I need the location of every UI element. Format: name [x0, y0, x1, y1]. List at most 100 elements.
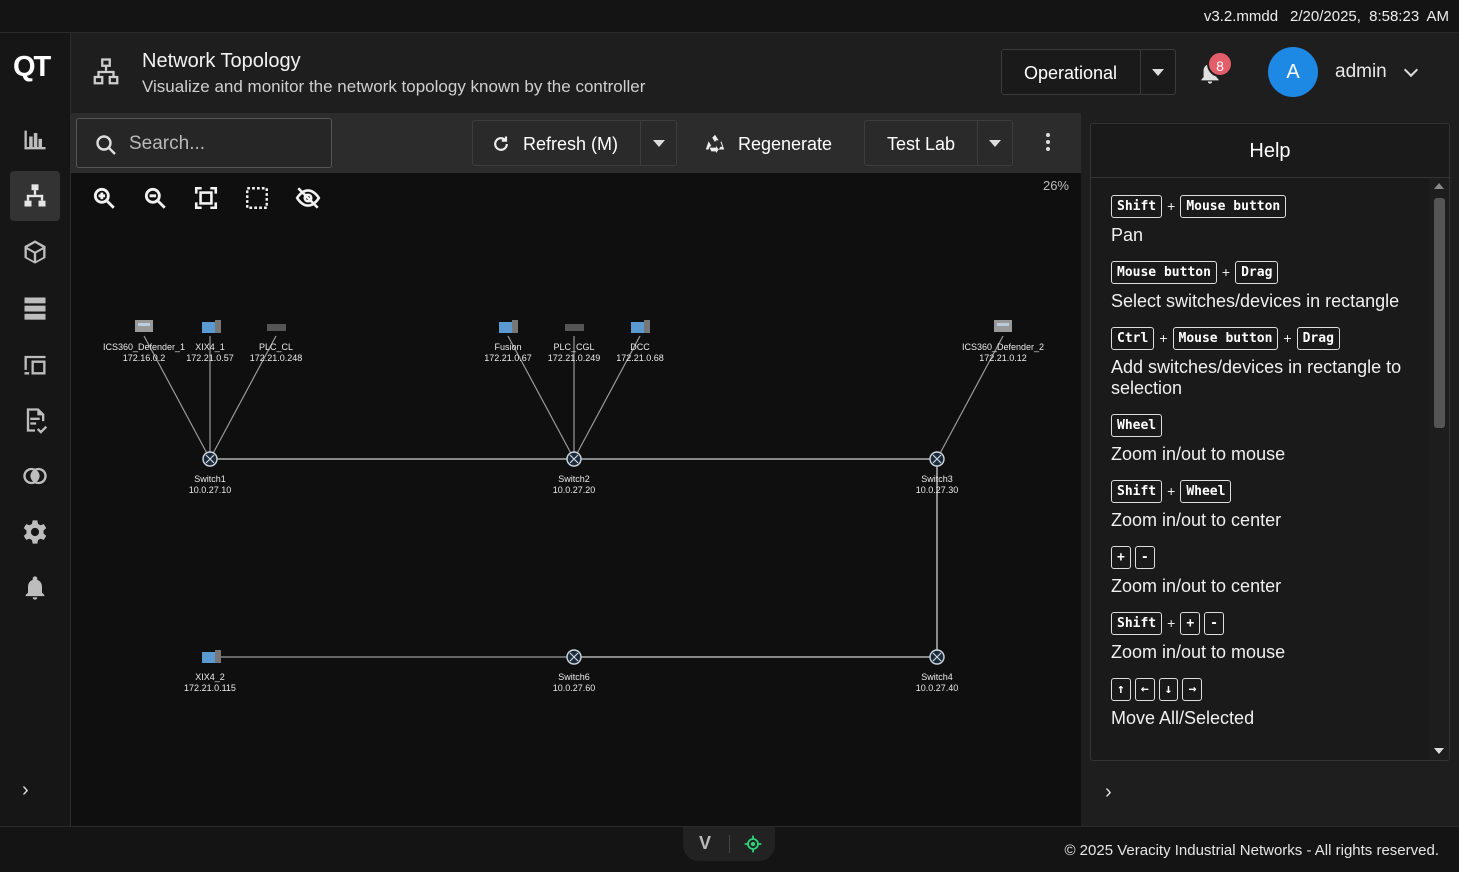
keyboard-key: - — [1134, 545, 1155, 569]
v-logo-icon[interactable]: V — [699, 833, 711, 854]
sidebar-item-servers[interactable] — [10, 283, 60, 333]
keyboard-key: Mouse button — [1111, 260, 1217, 284]
scroll-down-icon[interactable] — [1434, 748, 1444, 754]
help-shortcut-description: Pan — [1111, 225, 1144, 245]
node-ip: 10.0.27.60 — [553, 683, 596, 693]
help-shortcut-keys: Mouse button + Drag — [1111, 260, 1431, 284]
logo-text: QT — [13, 51, 51, 83]
node-ip: 172.21.0.248 — [250, 353, 303, 363]
node-ics360-defender-2[interactable]: ICS360_Defender_2 172.21.0.12 — [962, 320, 1044, 363]
node-name: ICS360_Defender_1 — [103, 342, 185, 352]
topology-links — [143, 335, 1004, 658]
avatar[interactable]: A — [1268, 47, 1318, 97]
help-panel: Help Shift + Mouse button Pan Mouse button + D… — [1090, 123, 1450, 761]
topology-canvas[interactable]: 26% ICS360_Defender_1 172.16.0.2 XIX4_1 … — [71, 173, 1081, 826]
sidebar-item-dashboard[interactable] — [10, 115, 60, 165]
chevron-down-icon[interactable] — [1152, 69, 1164, 76]
policy-icon — [26, 408, 48, 434]
help-scrollbar[interactable] — [1429, 178, 1449, 760]
sidebar-item-zones[interactable] — [10, 451, 60, 501]
app-logo[interactable]: QT — [13, 51, 51, 84]
search-input[interactable] — [129, 131, 319, 157]
topology-toolbar: Refresh (M) Regenerate Test Lab — [71, 113, 1081, 173]
node-ip: 10.0.27.20 — [553, 485, 596, 495]
sidebar-item-alerts[interactable] — [10, 563, 60, 613]
node-ip: 10.0.27.10 — [189, 485, 232, 495]
footer: V © 2025 Veracity Industrial Networks - … — [0, 826, 1459, 872]
node-xix4-1[interactable]: XIX4_1 172.21.0.57 — [186, 320, 234, 363]
help-shortcut-keys: Shift + + - — [1111, 611, 1431, 635]
plus-separator: + — [1221, 264, 1231, 280]
refresh-button[interactable]: Refresh (M) — [523, 134, 618, 155]
sidebar-item-assets[interactable] — [10, 227, 60, 277]
username-menu[interactable]: admin — [1335, 61, 1387, 83]
page-title: Network Topology — [142, 50, 301, 72]
topology-icon — [24, 184, 46, 207]
node-dcc[interactable]: DCC 172.21.0.68 — [616, 320, 664, 363]
help-shortcut-keys: Wheel — [1111, 413, 1431, 437]
chevron-down-icon[interactable] — [989, 140, 1001, 147]
keyboard-key: Drag — [1296, 326, 1340, 350]
canvas-mode-pill: V — [683, 827, 775, 861]
sidebar-item-devices[interactable] — [10, 339, 60, 389]
scroll-up-icon[interactable] — [1434, 183, 1444, 189]
keyboard-key: Shift — [1111, 194, 1163, 218]
datetime-text: 2/20/2025, 8:58:23 AM — [1290, 8, 1449, 25]
keyboard-key: Wheel — [1111, 413, 1163, 437]
mode-select[interactable]: Operational — [1001, 49, 1176, 95]
keyboard-key: Mouse button — [1172, 326, 1279, 350]
chart-icon — [24, 130, 46, 150]
lab-divider — [977, 121, 978, 165]
keyboard-key: ← — [1134, 677, 1155, 701]
plus-separator: + — [1283, 330, 1292, 346]
node-ip: 172.16.0.2 — [123, 353, 166, 363]
mode-select-value: Operational — [1024, 63, 1118, 83]
help-shortcut-keys: ↑ ← ↓ → — [1111, 677, 1431, 701]
crosshair-icon[interactable] — [743, 834, 763, 854]
sidebar-expand-chevron-icon[interactable]: › — [22, 779, 29, 802]
chevron-down-icon[interactable] — [1403, 62, 1419, 78]
keyboard-key: → — [1182, 677, 1203, 701]
node-plc-cl[interactable]: PLC_CL 172.21.0.248 — [250, 324, 303, 363]
keyboard-key: ↑ — [1111, 677, 1131, 701]
refresh-icon[interactable] — [491, 134, 511, 154]
node-fusion[interactable]: Fusion 172.21.0.67 — [484, 320, 532, 363]
scrollbar-thumb[interactable] — [1434, 198, 1445, 428]
keyboard-key: + — [1111, 545, 1131, 569]
regenerate-label: Regenerate — [738, 134, 833, 154]
help-title: Help — [1091, 124, 1449, 178]
help-shortcut-keys: Shift + Wheel — [1111, 479, 1431, 503]
node-ip: 10.0.27.30 — [916, 485, 959, 495]
node-name: DCC — [630, 342, 650, 352]
regenerate-button[interactable]: Regenerate — [683, 120, 843, 166]
more-options-kebab-icon[interactable] — [1046, 133, 1052, 155]
node-name: Switch3 — [921, 474, 953, 484]
page-header: Network Topology Visualize and monitor t… — [71, 33, 1459, 113]
bell-icon — [25, 576, 45, 600]
node-name: ICS360_Defender_2 — [962, 342, 1044, 352]
help-body[interactable]: Shift + Mouse button Pan Mouse button + Drag Se… — [1091, 178, 1431, 760]
overlap-icon — [23, 467, 47, 485]
version-info: v3.2.mmdd 2/20/2025, 8:58:23 AM — [1204, 8, 1449, 25]
node-plc-cgl[interactable]: PLC_CGL 172.21.0.249 — [548, 324, 601, 363]
node-ip: 10.0.27.40 — [916, 683, 959, 693]
lab-select-button[interactable]: Test Lab — [887, 134, 955, 155]
notification-count-badge: 8 — [1207, 51, 1233, 77]
sidebar-item-policy[interactable] — [10, 395, 60, 445]
sidebar-item-settings[interactable] — [10, 507, 60, 557]
node-ics360-defender-1[interactable]: ICS360_Defender_1 172.16.0.2 — [103, 320, 185, 363]
pill-divider — [729, 835, 730, 853]
sidebar-item-topology[interactable] — [10, 171, 60, 221]
servers-icon — [24, 297, 46, 320]
node-ip: 172.21.0.68 — [616, 353, 664, 363]
help-expand-chevron-icon[interactable]: › — [1105, 781, 1112, 804]
node-name: XIX4_1 — [195, 342, 225, 352]
refresh-divider — [640, 121, 641, 165]
keyboard-key: Mouse button — [1180, 194, 1287, 218]
node-name: Fusion — [494, 342, 521, 352]
plus-separator: + — [1167, 615, 1176, 631]
chevron-down-icon[interactable] — [653, 140, 665, 147]
keyboard-key: ↓ — [1158, 677, 1179, 701]
node-ip: 172.21.0.57 — [186, 353, 234, 363]
keyboard-key: Wheel — [1180, 479, 1232, 503]
